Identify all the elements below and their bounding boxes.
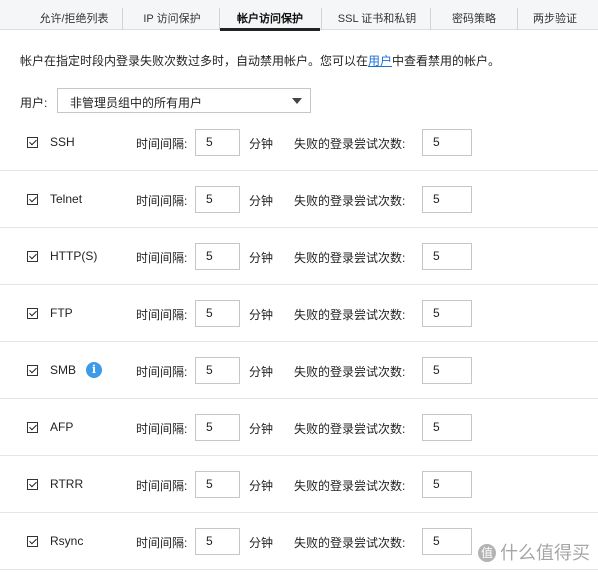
protocol-checkbox[interactable] (27, 365, 38, 376)
protocol-checkbox[interactable] (27, 308, 38, 319)
minutes-label: 分钟 (249, 479, 274, 493)
protocol-checkbox[interactable] (27, 422, 38, 433)
interval-input[interactable]: 5 (195, 528, 240, 555)
protocol-name: FTP (50, 306, 73, 320)
interval-label: 时间间隔: (136, 194, 188, 208)
tab-ip-access-protection[interactable]: IP 访问保护 (126, 0, 218, 30)
protocol-checkbox[interactable] (27, 479, 38, 490)
failed-attempts-input[interactable]: 5 (422, 528, 472, 555)
failed-attempts-label: 失败的登录尝试次数: (294, 422, 406, 436)
description-before: 帐户在指定时段内登录失败次数过多时，自动禁用帐户。您可以在 (20, 54, 369, 68)
interval-label: 时间间隔: (136, 251, 188, 265)
tab-separator (122, 8, 123, 30)
protocol-row-ftp: FTP 时间间隔: 5 分钟 失败的登录尝试次数: 5 (0, 285, 598, 342)
info-icon[interactable]: i (86, 362, 102, 378)
failed-attempts-input[interactable]: 5 (422, 471, 472, 498)
failed-attempts-input[interactable]: 5 (422, 300, 472, 327)
user-select-value: 非管理员组中的所有用户 (70, 96, 203, 110)
protocol-name: Telnet (50, 192, 83, 206)
interval-input[interactable]: 5 (195, 414, 240, 441)
protocol-name: Rsync (50, 534, 84, 548)
failed-attempts-label: 失败的登录尝试次数: (294, 137, 406, 151)
interval-input[interactable]: 5 (195, 300, 240, 327)
user-select-label: 用户: (20, 96, 48, 110)
interval-input[interactable]: 5 (195, 186, 240, 213)
protocol-checkbox[interactable] (27, 137, 38, 148)
interval-label: 时间间隔: (136, 137, 188, 151)
tab-bar: 允许/拒绝列表 IP 访问保护 帐户访问保护 SSL 证书和私钥 密码策略 两步… (0, 0, 598, 31)
interval-input[interactable]: 5 (195, 243, 240, 270)
tab-separator (430, 8, 431, 30)
protocol-row-http-s: HTTP(S) 时间间隔: 5 分钟 失败的登录尝试次数: 5 (0, 228, 598, 285)
interval-input[interactable]: 5 (195, 471, 240, 498)
protocol-checkbox[interactable] (27, 251, 38, 262)
interval-label: 时间间隔: (136, 479, 188, 493)
watermark: 值什么值得买 (478, 539, 590, 565)
protocol-name: SSH (50, 135, 75, 149)
interval-input[interactable]: 5 (195, 129, 240, 156)
failed-attempts-label: 失败的登录尝试次数: (294, 365, 406, 379)
tab-password-policy[interactable]: 密码策略 (432, 0, 516, 30)
failed-attempts-input[interactable]: 5 (422, 186, 472, 213)
protocol-row-telnet: Telnet 时间间隔: 5 分钟 失败的登录尝试次数: 5 (0, 171, 598, 228)
interval-label: 时间间隔: (136, 422, 188, 436)
protocol-checkbox[interactable] (27, 194, 38, 205)
users-link[interactable]: 用户 (368, 54, 392, 68)
watermark-badge: 值 (478, 544, 496, 562)
watermark-text: 什么值得买 (500, 543, 590, 564)
minutes-label: 分钟 (249, 536, 274, 550)
minutes-label: 分钟 (249, 308, 274, 322)
minutes-label: 分钟 (249, 251, 274, 265)
chevron-down-icon (292, 98, 302, 104)
protocol-name: HTTP(S) (50, 249, 98, 263)
description-text: 帐户在指定时段内登录失败次数过多时，自动禁用帐户。您可以在用户中查看禁用的帐户。 (20, 52, 500, 69)
failed-attempts-label: 失败的登录尝试次数: (294, 479, 406, 493)
protocol-row-ssh: SSH 时间间隔: 5 分钟 失败的登录尝试次数: 5 (0, 114, 598, 171)
failed-attempts-label: 失败的登录尝试次数: (294, 308, 406, 322)
minutes-label: 分钟 (249, 365, 274, 379)
tab-ssl-certificate[interactable]: SSL 证书和私钥 (326, 0, 428, 30)
failed-attempts-input[interactable]: 5 (422, 357, 472, 384)
protocol-name: RTRR (50, 477, 84, 491)
minutes-label: 分钟 (249, 194, 274, 208)
interval-input[interactable]: 5 (195, 357, 240, 384)
interval-label: 时间间隔: (136, 365, 188, 379)
interval-label: 时间间隔: (136, 536, 188, 550)
protocol-row-smb: SMB i 时间间隔: 5 分钟 失败的登录尝试次数: 5 (0, 342, 598, 399)
minutes-label: 分钟 (249, 422, 274, 436)
tab-two-step-verification[interactable]: 两步验证 (518, 0, 592, 30)
failed-attempts-input[interactable]: 5 (422, 414, 472, 441)
interval-label: 时间间隔: (136, 308, 188, 322)
minutes-label: 分钟 (249, 137, 274, 151)
failed-attempts-label: 失败的登录尝试次数: (294, 194, 406, 208)
protocol-row-afp: AFP 时间间隔: 5 分钟 失败的登录尝试次数: 5 (0, 399, 598, 456)
failed-attempts-label: 失败的登录尝试次数: (294, 251, 406, 265)
protocol-name: SMB (50, 363, 77, 377)
tab-account-access-protection[interactable]: 帐户访问保护 (220, 0, 320, 31)
failed-attempts-input[interactable]: 5 (422, 129, 472, 156)
protocol-name: AFP (50, 420, 74, 434)
protocol-row-rtrr: RTRR 时间间隔: 5 分钟 失败的登录尝试次数: 5 (0, 456, 598, 513)
tab-allow-deny-list[interactable]: 允许/拒绝列表 (28, 0, 120, 30)
tab-separator (321, 8, 322, 30)
failed-attempts-label: 失败的登录尝试次数: (294, 536, 406, 550)
user-select[interactable]: 非管理员组中的所有用户 (57, 88, 311, 113)
failed-attempts-input[interactable]: 5 (422, 243, 472, 270)
description-after: 中查看禁用的帐户。 (392, 54, 501, 68)
protocol-checkbox[interactable] (27, 536, 38, 547)
